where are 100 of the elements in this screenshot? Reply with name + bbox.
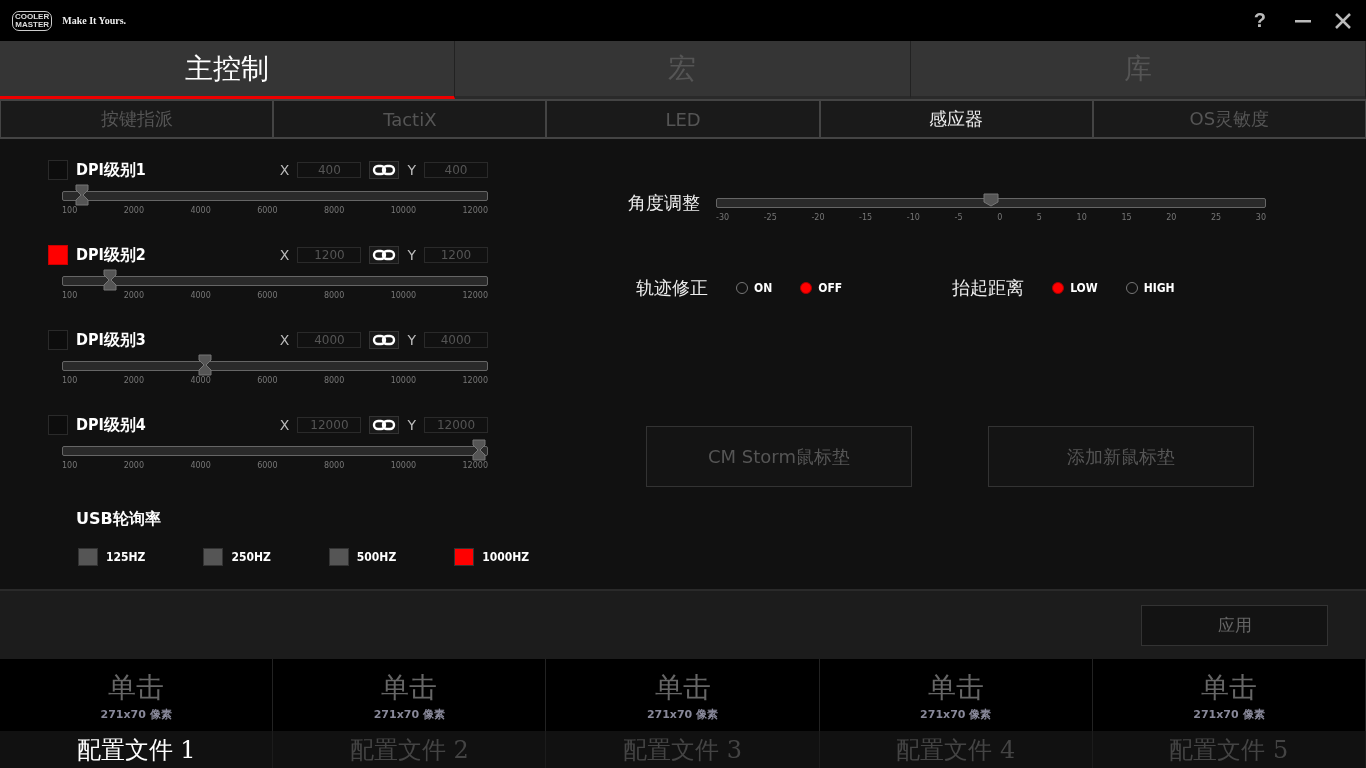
slider-thumb[interactable] [471,439,486,461]
x-label: X [279,247,290,263]
slider-thumb[interactable] [75,184,90,206]
link-icon[interactable] [369,416,400,434]
angle-label: 角度调整 [628,191,700,215]
tick-label: 10000 [390,291,417,300]
action-label: 单击 [654,669,711,706]
dpi-x-field[interactable]: 12000 [297,417,362,433]
tick-label: 8000 [323,376,345,385]
rate-option[interactable] [203,548,224,566]
dpi-label: DPI级别1 [76,159,146,181]
apply-button[interactable]: 应用 [1141,604,1328,646]
tick-label: 30 [1255,213,1266,222]
angle-snapping-label: 轨迹修正 [636,276,708,300]
link-icon[interactable] [369,331,400,349]
main-tab[interactable]: 主控制 [0,41,456,99]
y-label: Y [407,247,416,263]
tick-label: 4000 [190,461,211,470]
tick-label: 10 [1076,213,1087,222]
size-label: 271x70 像素 [100,706,172,722]
tick-label: 4000 [190,291,211,300]
lift-distance-label: 抬起距离 [952,276,1025,300]
radio-button[interactable] [1052,282,1065,294]
sub-tab[interactable]: 感应器 [819,101,1093,137]
slider-thumb[interactable] [983,193,999,207]
radio-label: HIGH [1143,281,1175,295]
tick-label: 4000 [190,206,211,215]
radio-button[interactable] [800,282,813,294]
dpi-checkbox[interactable] [48,415,68,435]
rate-option[interactable] [328,548,349,566]
action-label: 单击 [1200,669,1257,706]
radio-button[interactable] [1125,282,1138,294]
radio-button[interactable] [736,282,748,294]
dpi-y-field[interactable]: 12000 [424,417,488,433]
dpi-x-field[interactable]: 1200 [297,247,362,263]
action-label: 单击 [927,669,984,706]
tick-label: 5 [1036,213,1042,222]
slogan: Make It Yours. [62,15,127,26]
tick-label: 10000 [390,376,417,385]
rate-option[interactable] [454,548,475,566]
dpi-x-field[interactable]: 4000 [297,332,362,348]
tick-label: 12000 [462,206,488,215]
tick-label: 2000 [123,461,145,470]
slider-thumb[interactable] [102,269,117,291]
tick-label: -10 [906,213,920,222]
tick-label: 2000 [123,291,145,300]
tick-label: -30 [716,213,730,222]
tick-label: 2000 [123,206,145,215]
close-icon[interactable] [1334,11,1352,30]
radio-label: ON [754,281,773,295]
tick-label: 15 [1121,213,1132,222]
dpi-y-field[interactable]: 4000 [424,332,488,348]
tick-label: 12000 [462,291,488,300]
link-icon[interactable] [369,246,400,264]
dpi-checkbox[interactable] [48,245,68,265]
tick-label: 100 [62,461,78,470]
dpi-checkbox[interactable] [48,160,68,180]
tick-label: 2000 [123,376,145,385]
sub-tab[interactable]: LED [546,101,820,137]
tick-label: 8000 [323,461,345,470]
tick-label: 6000 [257,291,278,300]
tick-label: 6000 [257,461,278,470]
tick-label: 10000 [390,461,417,470]
y-label: Y [407,417,416,433]
slider-thumb[interactable] [198,354,213,376]
tick-label: 12000 [462,376,488,385]
tick-label: 25 [1211,213,1222,222]
size-label: 271x70 像素 [920,706,992,722]
tick-label: -5 [954,213,963,222]
action-label: 单击 [108,669,165,706]
tick-label: 8000 [323,291,345,300]
tick-label: 12000 [462,461,488,470]
link-icon[interactable] [369,161,400,179]
dpi-y-field[interactable]: 400 [424,162,488,178]
sub-tab[interactable]: 按键指派 [0,101,274,137]
dpi-checkbox[interactable] [48,330,68,350]
tick-label: 6000 [257,206,278,215]
dpi-label: DPI级别3 [76,329,146,351]
tick-label: 8000 [323,206,345,215]
sub-tab[interactable]: TactiX [273,101,547,137]
dpi-y-field[interactable]: 1200 [424,247,488,263]
radio-label: OFF [818,281,843,295]
tick-label: -15 [859,213,873,222]
sub-tab[interactable]: OS灵敏度 [1092,101,1366,137]
action-label: 单击 [381,669,438,706]
tick-label: 4000 [190,376,211,385]
tick-label: 0 [997,213,1003,222]
tick-label: 6000 [257,376,278,385]
tick-label: 100 [62,291,78,300]
help-button[interactable]: ? [1253,9,1266,32]
x-label: X [279,162,290,178]
dpi-x-field[interactable]: 400 [297,162,362,178]
mousepad-button[interactable]: CM Storm鼠标垫 [646,426,912,487]
y-label: Y [407,162,416,178]
size-label: 271x70 像素 [373,706,445,722]
tick-label: 100 [62,206,78,215]
logo: COOLER MASTER [12,10,53,31]
mousepad-button[interactable]: 添加新鼠标垫 [988,426,1254,487]
dpi-label: DPI级别2 [76,244,146,266]
rate-label: 250HZ [231,550,271,564]
